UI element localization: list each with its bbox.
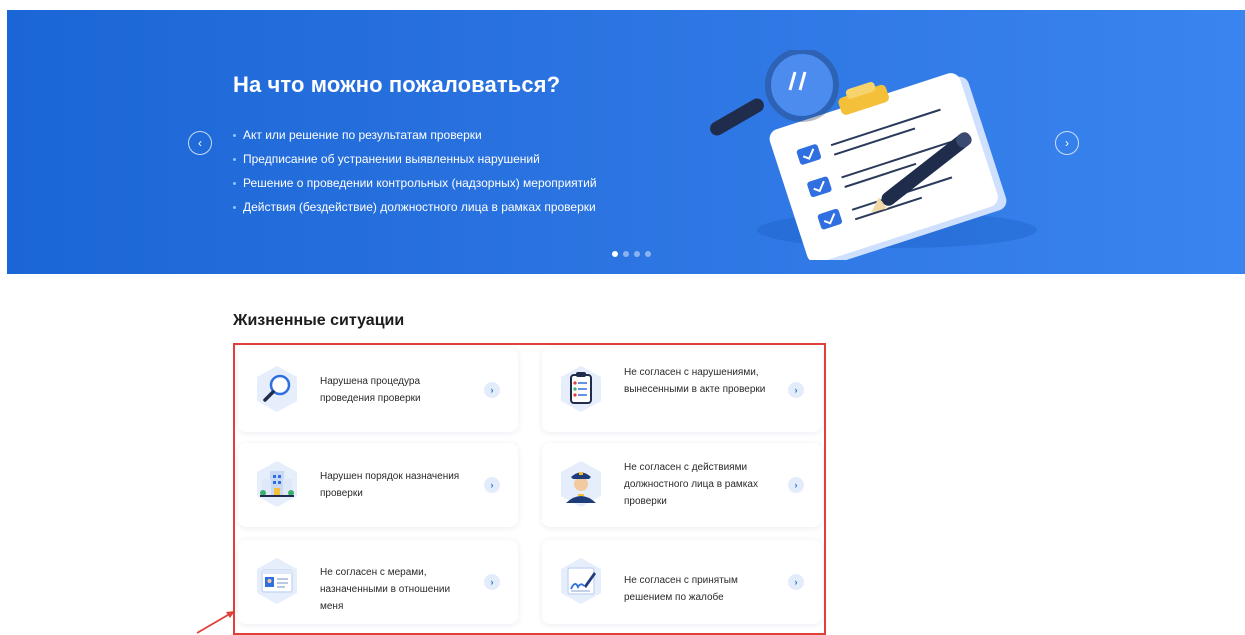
carousel-dot[interactable] bbox=[634, 251, 640, 257]
carousel-dot[interactable] bbox=[623, 251, 629, 257]
chevron-right-icon: › bbox=[1065, 136, 1069, 150]
hero-banner: На что можно пожаловаться? Акт или решен… bbox=[7, 10, 1245, 274]
situation-card-label: Не согласен с принятым решением по жалоб… bbox=[624, 575, 738, 603]
situation-card-act[interactable]: Не согласен с нарушениями, вынесенными в… bbox=[542, 348, 822, 432]
magnifier-icon bbox=[252, 364, 302, 414]
situation-card-procedure[interactable]: Нарушена процедура проведения проверки › bbox=[238, 348, 518, 432]
carousel-prev-button[interactable]: ‹ bbox=[188, 131, 212, 155]
banner-list-item: Действия (бездействие) должностного лица… bbox=[233, 195, 597, 219]
situation-card-measures[interactable]: Не согласен с мерами, назначенными в отн… bbox=[238, 540, 518, 624]
banner-list-item: Предписание об устранении выявленных нар… bbox=[233, 147, 597, 171]
page: На что можно пожаловаться? Акт или решен… bbox=[0, 0, 1245, 635]
officer-icon bbox=[556, 459, 606, 509]
section-title: Жизненные ситуации bbox=[233, 312, 405, 329]
situation-card-label: Не согласен с действиями должностного ли… bbox=[624, 462, 758, 507]
situation-card-decision[interactable]: Не согласен с принятым решением по жалоб… bbox=[542, 540, 822, 624]
clipboard-magnifier-illustration bbox=[710, 50, 1037, 260]
situation-card-label: Нарушена процедура проведения проверки bbox=[320, 376, 421, 404]
chevron-right-icon[interactable]: › bbox=[484, 382, 500, 398]
chevron-right-icon[interactable]: › bbox=[484, 477, 500, 493]
situation-card-label: Не согласен с мерами, назначенными в отн… bbox=[320, 567, 451, 612]
carousel-dot[interactable] bbox=[612, 251, 618, 257]
annotation-arrow-icon bbox=[196, 611, 235, 634]
banner-list-item: Решение о проведении контрольных (надзор… bbox=[233, 171, 597, 195]
carousel-dot[interactable] bbox=[645, 251, 651, 257]
situation-card-assignment[interactable]: Нарушен порядок назначения проверки › bbox=[238, 443, 518, 527]
banner-title: На что можно пожаловаться? bbox=[233, 72, 561, 97]
id-card-icon bbox=[252, 556, 302, 606]
chevron-right-icon[interactable]: › bbox=[788, 477, 804, 493]
carousel-next-button[interactable]: › bbox=[1055, 131, 1079, 155]
building-icon bbox=[252, 459, 302, 509]
banner-list: Акт или решение по результатам проверки … bbox=[233, 123, 597, 219]
clipboard-icon bbox=[556, 364, 606, 414]
carousel-dots bbox=[612, 251, 651, 257]
signed-document-icon bbox=[556, 556, 606, 606]
banner-list-item: Акт или решение по результатам проверки bbox=[233, 123, 597, 147]
chevron-right-icon[interactable]: › bbox=[788, 574, 804, 590]
chevron-right-icon[interactable]: › bbox=[484, 574, 500, 590]
situation-card-label: Нарушен порядок назначения проверки bbox=[320, 471, 460, 499]
situation-card-label: Не согласен с нарушениями, вынесенными в… bbox=[624, 367, 766, 395]
chevron-left-icon: ‹ bbox=[198, 136, 202, 150]
situation-card-official[interactable]: Не согласен с действиями должностного ли… bbox=[542, 443, 822, 527]
chevron-right-icon[interactable]: › bbox=[788, 382, 804, 398]
